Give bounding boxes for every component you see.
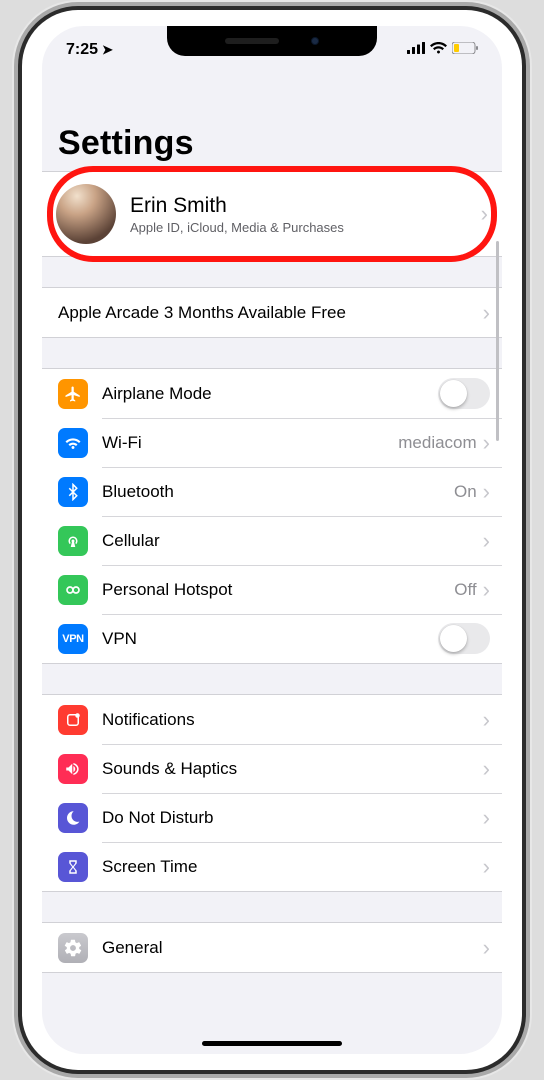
group-notifications: Notifications › Sounds & Haptics › Do No… (42, 694, 502, 892)
airplane-toggle[interactable] (438, 378, 490, 409)
chevron-right-icon: › (483, 528, 490, 554)
cellular-row[interactable]: Cellular › (42, 516, 502, 565)
cellular-icon (58, 526, 88, 556)
profile-name: Erin Smith (130, 194, 481, 218)
wifi-row[interactable]: Wi-Fi mediacom › (42, 418, 502, 467)
chevron-right-icon: › (483, 756, 490, 782)
bluetooth-icon (58, 477, 88, 507)
cellular-icon (407, 41, 425, 59)
vpn-icon: VPN (58, 624, 88, 654)
gear-icon (58, 933, 88, 963)
hotspot-icon (58, 575, 88, 605)
status-time: 7:25 (66, 41, 98, 59)
chevron-right-icon: › (483, 479, 490, 505)
chevron-right-icon: › (483, 935, 490, 961)
chevron-right-icon: › (481, 201, 488, 227)
group-general: General › (42, 922, 502, 973)
wifi-icon (58, 428, 88, 458)
airplane-icon (58, 379, 88, 409)
moon-icon (58, 803, 88, 833)
apple-arcade-promo-row[interactable]: Apple Arcade 3 Months Available Free › (42, 288, 502, 337)
group-network: Airplane Mode Wi-Fi mediacom › Bluetooth… (42, 368, 502, 664)
page-title: Settings (42, 74, 502, 171)
airplane-mode-row[interactable]: Airplane Mode (42, 369, 502, 418)
screen: 7:25 ➤ Settings Erin Smith (42, 26, 502, 1054)
sounds-row[interactable]: Sounds & Haptics › (42, 744, 502, 793)
promo-label: Apple Arcade 3 Months Available Free (58, 303, 483, 323)
home-indicator[interactable] (202, 1041, 342, 1046)
notch (167, 26, 377, 56)
battery-icon (452, 41, 478, 59)
vpn-row[interactable]: VPN VPN (42, 614, 502, 663)
chevron-right-icon: › (483, 805, 490, 831)
phone-frame: 7:25 ➤ Settings Erin Smith (22, 10, 522, 1070)
sounds-icon (58, 754, 88, 784)
group-profile: Erin Smith Apple ID, iCloud, Media & Pur… (42, 171, 502, 257)
general-row[interactable]: General › (42, 923, 502, 972)
location-icon: ➤ (102, 42, 113, 58)
group-promo: Apple Arcade 3 Months Available Free › (42, 287, 502, 338)
notifications-row[interactable]: Notifications › (42, 695, 502, 744)
notifications-icon (58, 705, 88, 735)
bluetooth-row[interactable]: Bluetooth On › (42, 467, 502, 516)
chevron-right-icon: › (483, 854, 490, 880)
apple-id-row[interactable]: Erin Smith Apple ID, iCloud, Media & Pur… (42, 172, 502, 256)
hourglass-icon (58, 852, 88, 882)
avatar (56, 184, 116, 244)
scroll-indicator[interactable] (496, 241, 499, 441)
chevron-right-icon: › (483, 300, 490, 326)
chevron-right-icon: › (483, 577, 490, 603)
chevron-right-icon: › (483, 707, 490, 733)
profile-sub: Apple ID, iCloud, Media & Purchases (130, 220, 481, 235)
hotspot-row[interactable]: Personal Hotspot Off › (42, 565, 502, 614)
screentime-row[interactable]: Screen Time › (42, 842, 502, 891)
vpn-toggle[interactable] (438, 623, 490, 654)
chevron-right-icon: › (483, 430, 490, 456)
dnd-row[interactable]: Do Not Disturb › (42, 793, 502, 842)
wifi-icon (430, 41, 447, 59)
